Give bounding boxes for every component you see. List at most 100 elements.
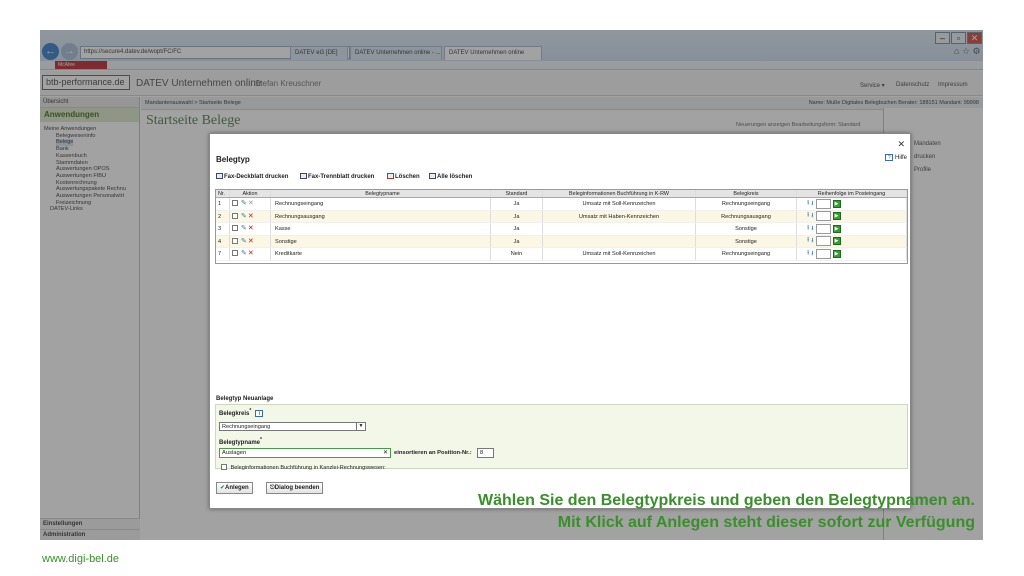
- cell-kreis: Rechnungseingang: [696, 198, 797, 210]
- delete-icon[interactable]: ✕: [248, 248, 254, 260]
- anlegen-label: Anlegen: [225, 485, 249, 491]
- close-dialog-icon[interactable]: ✕: [897, 139, 905, 150]
- cell-info: Umsatz mit Soll-Kennzeichen: [543, 198, 696, 210]
- row-checkbox[interactable]: [232, 225, 238, 231]
- col-reihenfolge[interactable]: Reihenfolge im Posteingang: [797, 190, 907, 197]
- dialog-title: Belegtyp: [216, 155, 250, 164]
- position-field[interactable]: 8: [477, 448, 494, 458]
- move-top-icon[interactable]: ⭱: [807, 211, 809, 223]
- belegtypname-label-row: Belegtypname*: [219, 437, 262, 446]
- belegkreis-label-row: Belegkreis* i: [219, 408, 264, 417]
- cell-nr: 2: [216, 210, 230, 222]
- go-icon[interactable]: ▶: [832, 224, 841, 233]
- col-info[interactable]: Beleginformationen Buchführung in K-RW: [543, 190, 696, 197]
- row-checkbox[interactable]: [232, 237, 238, 244]
- cell-name: Kreditkarte: [271, 248, 491, 260]
- cell-info: [543, 223, 696, 235]
- row-checkbox[interactable]: [232, 212, 238, 219]
- move-top-icon[interactable]: ⭱: [807, 198, 809, 210]
- cell-kreis: Rechnungsausgang: [696, 210, 797, 222]
- move-bottom-icon[interactable]: ⭳: [811, 236, 813, 248]
- anlegen-button[interactable]: ✔Anlegen: [216, 482, 253, 494]
- move-bottom-icon[interactable]: ⭳: [811, 211, 813, 223]
- alle-loeschen-button[interactable]: Alle löschen: [429, 173, 472, 180]
- fax-deckblatt-label: Fax-Deckblatt drucken: [224, 174, 289, 180]
- table-row[interactable]: 2 ✎✕ Rechnungsausgang Ja Umsatz mit Habe…: [216, 210, 907, 223]
- kanzlei-checkbox-label: Beleginformationen Buchführung in Kanzle…: [230, 465, 386, 471]
- table-row[interactable]: 1 ✎✕ Rechnungseingang Ja Umsatz mit Soll…: [216, 198, 907, 211]
- edit-icon[interactable]: ✎: [241, 211, 247, 223]
- cell-nr: 3: [216, 223, 230, 235]
- footer-url[interactable]: www.digi-bel.de: [42, 553, 119, 565]
- kanzlei-checkbox[interactable]: [221, 464, 227, 470]
- help-button[interactable]: ? Hilfe: [881, 154, 907, 161]
- position-input[interactable]: [815, 236, 831, 247]
- table-row[interactable]: 3 ✎✕ Kasse Ja Sonstige ⭱ ⭳ ▶: [216, 223, 907, 236]
- delete-icon[interactable]: ✕: [248, 211, 254, 223]
- position-input[interactable]: [815, 223, 831, 234]
- go-icon[interactable]: ▶: [832, 249, 841, 258]
- col-kreis[interactable]: Belegkreis: [696, 190, 797, 197]
- delete-icon[interactable]: ✕: [248, 223, 254, 235]
- cell-name: Rechnungseingang: [271, 198, 491, 210]
- help-label: Hilfe: [894, 155, 907, 161]
- move-bottom-icon[interactable]: ⭳: [811, 223, 813, 235]
- move-bottom-icon[interactable]: ⭳: [811, 248, 813, 260]
- col-aktion[interactable]: Aktion: [230, 190, 271, 197]
- alle-loeschen-label: Alle löschen: [437, 174, 473, 180]
- cell-name: Kasse: [271, 223, 491, 235]
- loeschen-label: Löschen: [395, 174, 420, 180]
- cell-standard: Ja: [491, 210, 543, 222]
- col-standard[interactable]: Standard: [491, 190, 543, 197]
- belegtypname-value: Auslagen: [222, 450, 247, 456]
- table-row[interactable]: 7 ✎✕ Kreditkarte Nein Umsatz mit Soll-Ke…: [216, 248, 907, 261]
- go-icon[interactable]: ▶: [832, 199, 841, 208]
- row-checkbox[interactable]: [232, 250, 238, 256]
- info-icon[interactable]: i: [255, 410, 264, 417]
- belegtypname-input[interactable]: Auslagen ✕: [219, 448, 391, 458]
- cell-standard: Ja: [491, 235, 543, 247]
- new-belegtyp-form: Belegkreis* i Rechnungseingang ▼ Belegtypn…: [215, 404, 908, 471]
- go-icon[interactable]: ▶: [832, 212, 841, 221]
- edit-icon[interactable]: ✎: [241, 248, 247, 260]
- col-name[interactable]: Belegtypname: [271, 190, 491, 197]
- cell-standard: Ja: [491, 198, 543, 210]
- kanzlei-checkbox-row: Beleginformationen Buchführung in Kanzle…: [219, 464, 386, 471]
- belegkreis-select[interactable]: Rechnungseingang ▼: [219, 422, 366, 431]
- fax-trennblatt-label: Fax-Trennblatt drucken: [308, 174, 375, 180]
- row-checkbox[interactable]: [232, 200, 238, 206]
- move-top-icon[interactable]: ⭱: [807, 236, 809, 248]
- delete-icon: ✕: [247, 200, 254, 207]
- dialog-beenden-button[interactable]: ⎋Dialog beenden: [266, 482, 324, 494]
- belegkreis-label: Belegkreis: [219, 411, 250, 417]
- edit-icon[interactable]: ✎: [241, 236, 247, 248]
- cell-name: Rechnungsausgang: [271, 210, 491, 222]
- cell-kreis: Sonstige: [696, 235, 797, 247]
- cell-info: Umsatz mit Haben-Kennzeichen: [543, 210, 696, 222]
- cell-info: [543, 235, 696, 247]
- position-input[interactable]: [815, 198, 831, 209]
- cell-nr: 1: [216, 198, 230, 210]
- cell-nr: 7: [216, 248, 230, 260]
- move-top-icon[interactable]: ⭱: [807, 223, 809, 235]
- edit-icon[interactable]: ✎: [241, 198, 247, 210]
- fax-trennblatt-button[interactable]: Fax-Trennblatt drucken: [300, 173, 374, 180]
- belegtypname-label: Belegtypname: [219, 440, 261, 446]
- col-nr[interactable]: Nr.: [216, 190, 230, 197]
- cell-standard: Ja: [491, 223, 543, 235]
- delete-icon[interactable]: ✕: [248, 236, 254, 248]
- position-input[interactable]: [815, 248, 831, 259]
- position-input[interactable]: [815, 211, 831, 222]
- fax-deckblatt-button[interactable]: Fax-Deckblatt drucken: [216, 173, 288, 180]
- cell-standard: Nein: [491, 248, 543, 260]
- clear-icon[interactable]: ✕: [383, 449, 388, 458]
- loeschen-button[interactable]: Löschen: [387, 173, 420, 180]
- dialog-beenden-label: Dialog beenden: [274, 485, 320, 491]
- cell-name: Sonstige: [271, 235, 491, 247]
- move-bottom-icon[interactable]: ⭳: [811, 198, 813, 210]
- edit-icon[interactable]: ✎: [241, 223, 247, 235]
- table-row[interactable]: 4 ✎✕ Sonstige Ja Sonstige ⭱ ⭳ ▶: [216, 235, 907, 248]
- go-icon[interactable]: ▶: [832, 237, 841, 246]
- cell-kreis: Rechnungseingang: [696, 248, 797, 260]
- move-top-icon[interactable]: ⭱: [807, 248, 809, 260]
